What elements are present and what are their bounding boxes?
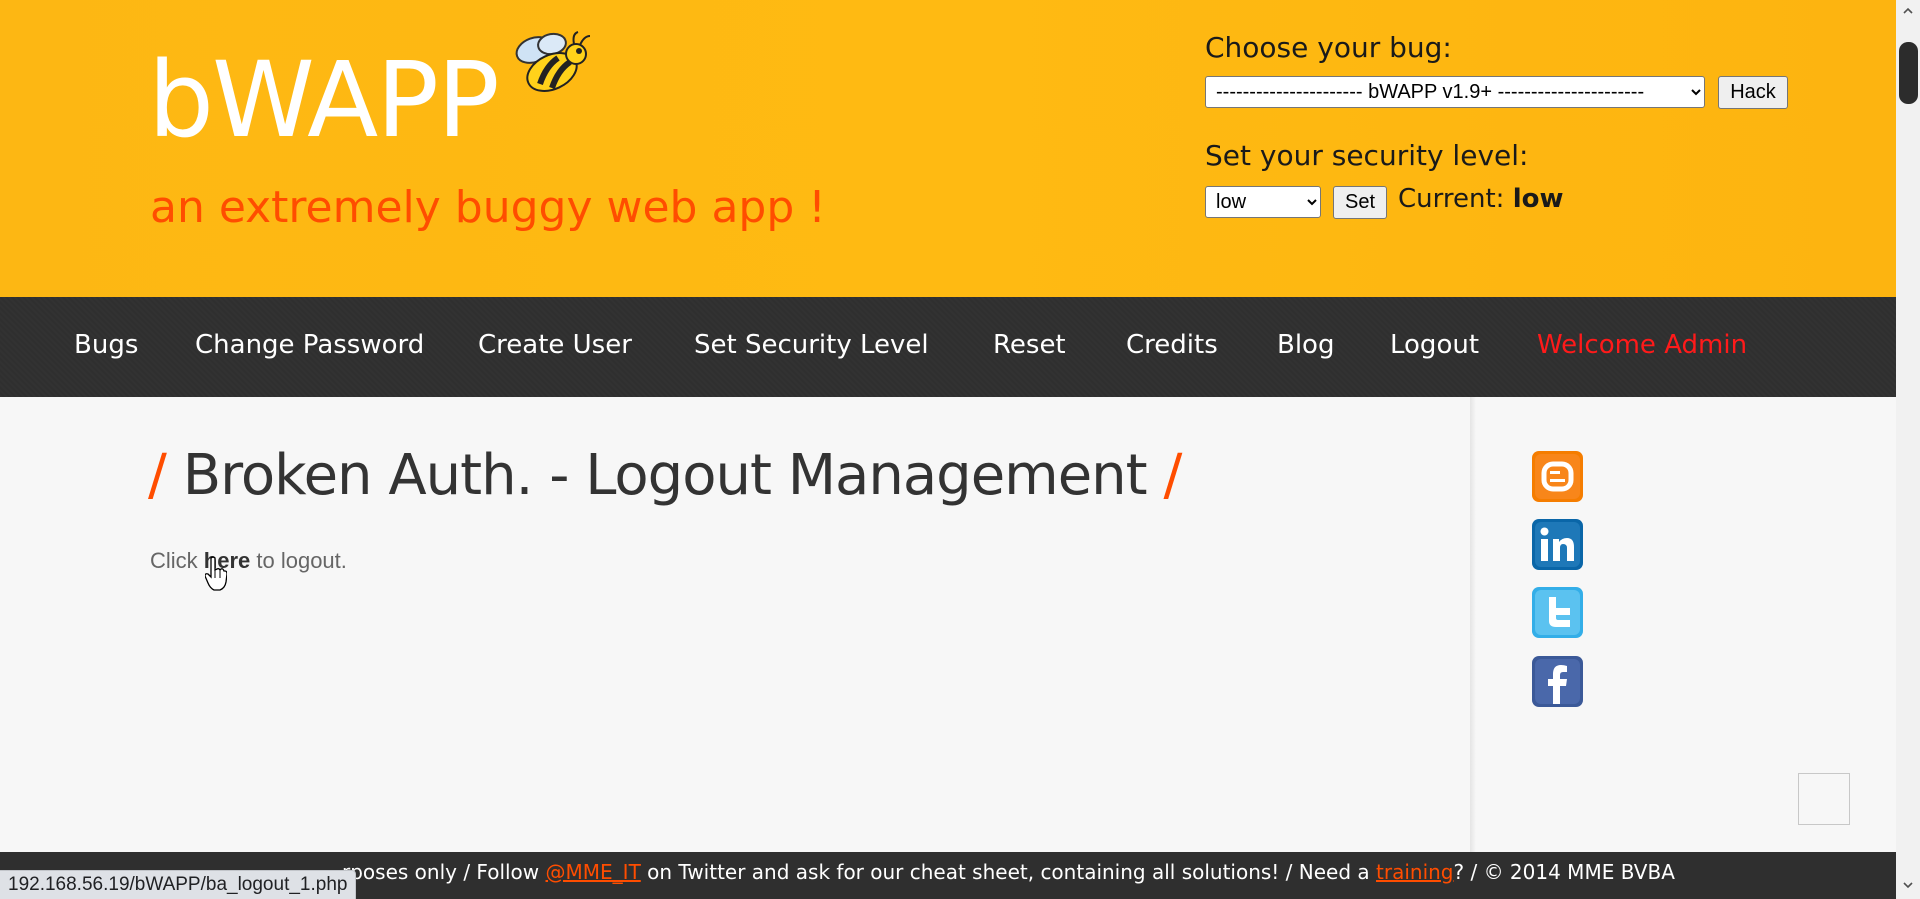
app-logo[interactable]: bWAPP xyxy=(148,48,500,152)
menu-item-bugs[interactable]: Bugs xyxy=(74,332,138,358)
bee-icon xyxy=(515,31,591,92)
vertical-scrollbar[interactable] xyxy=(1896,0,1920,899)
scrollbar-thumb[interactable] xyxy=(1899,42,1918,104)
menu-item-set-security-level[interactable]: Set Security Level xyxy=(694,332,929,358)
current-value: low xyxy=(1512,184,1564,214)
menu-item-change-password[interactable]: Change Password xyxy=(195,332,424,358)
status-bar-url: 192.168.56.19/bWAPP/ba_logout_1.php xyxy=(0,870,357,899)
footer-text-part3: ? / © 2014 MME BVBA xyxy=(1453,860,1675,884)
twitter-icon[interactable] xyxy=(1532,587,1583,638)
footer-text: rposes only / Follow @MME_IT on Twitter … xyxy=(342,849,1675,896)
header: bWAPP an extremely buggy web app ! Choos… xyxy=(0,0,1896,297)
tagline: an extremely buggy web app ! xyxy=(150,182,826,233)
current-label: Current: xyxy=(1398,184,1505,214)
set-security-button[interactable]: Set xyxy=(1333,186,1387,219)
blogger-icon[interactable] xyxy=(1532,451,1583,502)
title-slash-right: / xyxy=(1163,443,1182,508)
title-text: Broken Auth. - Logout Management xyxy=(182,443,1148,508)
logout-instruction: Click here to logout. xyxy=(150,548,347,574)
choose-bug-label: Choose your bug: xyxy=(1205,31,1452,64)
title-slash-left: / xyxy=(148,443,167,508)
broken-image-icon xyxy=(1798,773,1850,825)
security-level-label: Set your security level: xyxy=(1205,139,1529,172)
menu-item-welcome-admin[interactable]: Welcome Admin xyxy=(1537,332,1747,358)
menu-item-blog[interactable]: Blog xyxy=(1277,332,1334,358)
footer-twitter-link[interactable]: @MME_IT xyxy=(546,860,641,884)
scroll-up-arrow-icon[interactable] xyxy=(1903,6,1913,16)
logout-text-after: to logout. xyxy=(250,548,347,573)
menu-item-create-user[interactable]: Create User xyxy=(478,332,632,358)
linkedin-icon[interactable] xyxy=(1532,519,1583,570)
footer-text-part2: on Twitter and ask for our cheat sheet, … xyxy=(640,860,1377,884)
page-title: / Broken Auth. - Logout Management / xyxy=(148,448,1182,504)
menu-item-reset[interactable]: Reset xyxy=(993,332,1066,358)
current-security-level: Current: low xyxy=(1398,186,1563,212)
hand-cursor-icon xyxy=(205,556,227,591)
hack-button[interactable]: Hack xyxy=(1718,76,1788,109)
sidebar-divider xyxy=(1470,397,1476,852)
menu-item-logout[interactable]: Logout xyxy=(1390,332,1479,358)
facebook-icon[interactable] xyxy=(1532,656,1583,707)
footer-training-link[interactable]: training xyxy=(1376,860,1453,884)
logout-text-before: Click xyxy=(150,548,204,573)
scroll-down-arrow-icon[interactable] xyxy=(1903,880,1913,890)
menu-item-credits[interactable]: Credits xyxy=(1126,332,1218,358)
footer-text-part1: rposes only / Follow xyxy=(342,860,546,884)
security-level-select[interactable]: low xyxy=(1205,186,1321,218)
bug-select[interactable]: ---------------------- bWAPP v1.9+ -----… xyxy=(1205,76,1705,108)
main-menu: Bugs Change Password Create User Set Sec… xyxy=(0,297,1896,397)
